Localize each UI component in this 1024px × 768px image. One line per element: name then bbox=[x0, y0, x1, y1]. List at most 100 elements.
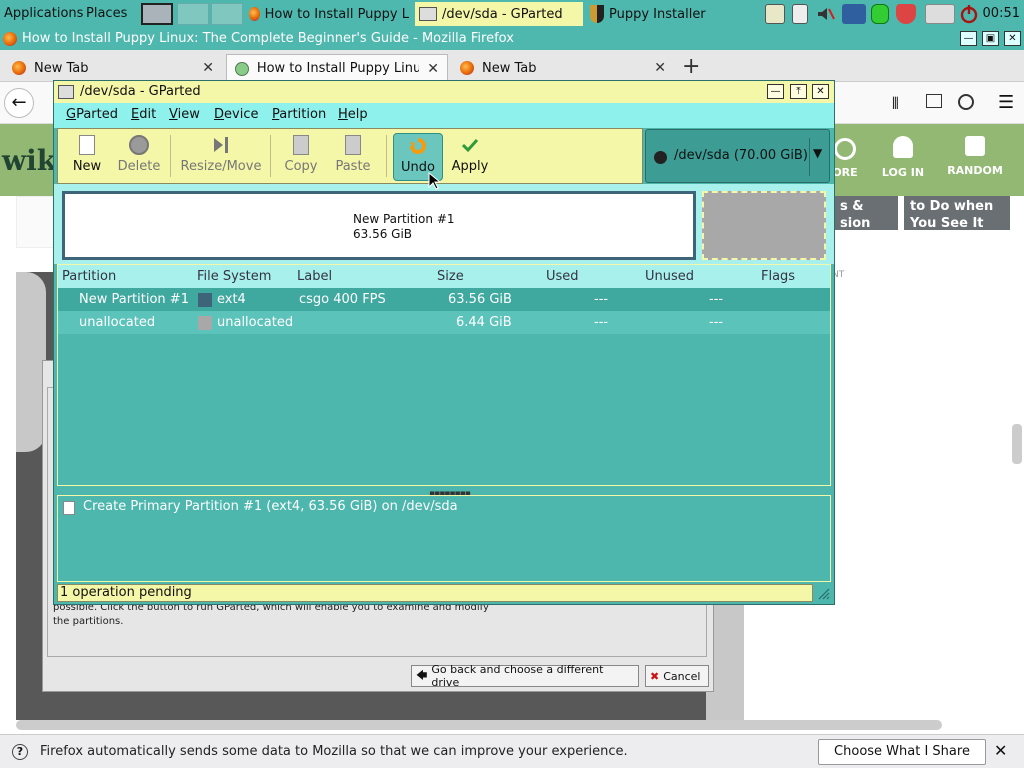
tab-label: New Tab bbox=[34, 60, 89, 76]
menu-help[interactable]: Help bbox=[338, 107, 368, 122]
task-firefox[interactable]: How to Install Puppy L bbox=[245, 2, 413, 26]
combo-separator bbox=[809, 138, 810, 176]
paste-button[interactable]: Paste bbox=[326, 133, 380, 181]
applications-menu[interactable]: Applications bbox=[4, 6, 83, 21]
minimize-button[interactable]: — bbox=[767, 84, 784, 99]
choose-what-i-share-button[interactable]: Choose What I Share bbox=[818, 739, 986, 765]
drive-monitor-icon[interactable] bbox=[925, 4, 955, 24]
cell-filesystem: unallocated bbox=[217, 315, 294, 330]
close-button[interactable]: ✕ bbox=[812, 84, 829, 99]
menu-partition[interactable]: Partition bbox=[272, 107, 326, 122]
column-header[interactable]: Used bbox=[546, 269, 579, 284]
column-header[interactable]: Flags bbox=[761, 269, 795, 284]
tab-new-tab-2[interactable]: New Tab ✕ bbox=[452, 54, 674, 82]
menu-label: iew bbox=[177, 107, 200, 122]
table-row[interactable]: unallocated unallocated 6.44 GiB --- --- bbox=[58, 311, 830, 334]
minimize-button[interactable]: — bbox=[960, 31, 977, 46]
power-icon[interactable] bbox=[959, 4, 979, 24]
close-tab-icon[interactable]: ✕ bbox=[427, 61, 439, 77]
maximize-button[interactable]: ▣ bbox=[982, 31, 999, 46]
volume-muted-icon[interactable] bbox=[815, 4, 835, 24]
wikihow-favicon bbox=[235, 61, 249, 76]
partition-block[interactable]: New Partition #1 63.56 GiB bbox=[62, 191, 696, 260]
nav-label: RANDOM bbox=[947, 164, 1003, 177]
back-button[interactable]: ← bbox=[4, 88, 34, 118]
apply-button[interactable]: Apply bbox=[443, 133, 497, 181]
unallocated-block[interactable] bbox=[702, 191, 826, 260]
menu-label: evice bbox=[224, 107, 259, 122]
disk-visualization: New Partition #1 63.56 GiB bbox=[54, 184, 834, 264]
maximize-button[interactable]: ⤒ bbox=[790, 84, 807, 99]
desktop-2-button[interactable] bbox=[177, 3, 209, 25]
close-notification-icon[interactable]: ✕ bbox=[994, 741, 1007, 760]
gparted-titlebar[interactable]: /dev/sda - GParted — ⤒ ✕ bbox=[54, 81, 834, 103]
firewall-icon[interactable] bbox=[896, 4, 916, 24]
task-puppy-installer[interactable]: Puppy Installer bbox=[586, 2, 726, 26]
cell-unused: --- bbox=[709, 292, 724, 307]
desktop-1-button[interactable] bbox=[141, 3, 173, 25]
operation-item[interactable]: Create Primary Partition #1 (ext4, 63.56… bbox=[83, 499, 458, 514]
column-header[interactable]: Partition bbox=[62, 269, 116, 284]
page-scrollbar[interactable] bbox=[1012, 424, 1022, 464]
resize-grip-icon[interactable] bbox=[816, 586, 830, 600]
nav-log-in[interactable]: LOG IN bbox=[870, 136, 936, 179]
desktop-3-button[interactable] bbox=[211, 3, 243, 25]
go-back-button[interactable]: 🡄 Go back and choose a different drive bbox=[411, 663, 639, 689]
cell-size: 6.44 GiB bbox=[456, 315, 512, 330]
horizontal-scrollbar[interactable] bbox=[16, 720, 942, 730]
cell-size: 63.56 GiB bbox=[448, 292, 512, 307]
task-gparted[interactable]: /dev/sda - GParted bbox=[415, 2, 583, 26]
copy-button[interactable]: Copy bbox=[274, 133, 328, 181]
sidebar-icon[interactable] bbox=[926, 94, 942, 108]
paste-icon bbox=[345, 135, 361, 155]
notes-icon[interactable] bbox=[765, 4, 785, 24]
column-header[interactable]: File System bbox=[197, 269, 271, 284]
menu-label: artition bbox=[279, 107, 327, 122]
resize-move-button[interactable]: Resize/Move bbox=[176, 133, 266, 181]
column-header[interactable]: Label bbox=[297, 269, 332, 284]
delete-button[interactable]: Delete bbox=[112, 133, 166, 181]
network-icon[interactable] bbox=[842, 4, 866, 24]
device-label: /dev/sda (70.00 GiB) bbox=[674, 148, 808, 163]
close-tab-icon[interactable]: ✕ bbox=[202, 60, 214, 76]
device-selector[interactable]: /dev/sda (70.00 GiB) ▼ bbox=[645, 129, 830, 183]
tool-label: New bbox=[72, 159, 102, 174]
clipboard-icon[interactable] bbox=[792, 4, 808, 24]
new-tab-button[interactable]: + bbox=[682, 54, 700, 79]
tab-label: New Tab bbox=[482, 60, 537, 76]
operation-icon bbox=[63, 501, 75, 515]
library-icon[interactable]: ⫴ bbox=[892, 94, 899, 114]
button-label: Cancel bbox=[663, 669, 701, 683]
user-icon bbox=[893, 136, 913, 158]
cancel-x-icon: ✖ bbox=[650, 669, 660, 683]
menu-mnemonic: V bbox=[169, 107, 178, 122]
cancel-button[interactable]: ✖ Cancel bbox=[645, 665, 709, 687]
nav-random[interactable]: RANDOM bbox=[942, 136, 1008, 177]
partition-table: Partition File System Label Size Used Un… bbox=[57, 264, 831, 486]
hamburger-menu-icon[interactable]: ☰ bbox=[998, 92, 1014, 113]
related-card[interactable]: to Do when You See It bbox=[904, 196, 1010, 231]
menu-mnemonic: D bbox=[214, 107, 225, 122]
tab-label: How to Install Puppy Linu bbox=[256, 61, 420, 76]
menu-edit[interactable]: Edit bbox=[131, 107, 156, 122]
places-menu[interactable]: Places bbox=[86, 6, 127, 21]
column-header[interactable]: Unused bbox=[645, 269, 694, 284]
toolbar-separator bbox=[386, 135, 387, 177]
tool-label: Resize/Move bbox=[180, 159, 262, 174]
toolbar-separator bbox=[270, 135, 271, 177]
menu-device[interactable]: Device bbox=[214, 107, 258, 122]
gparted-menubar: GParted Edit View Device Partition Help bbox=[54, 103, 834, 128]
menu-view[interactable]: View bbox=[169, 107, 200, 122]
related-card[interactable]: s & sion bbox=[834, 196, 898, 231]
close-tab-icon[interactable]: ✕ bbox=[654, 60, 666, 76]
back-arrow-icon: 🡄 bbox=[416, 668, 428, 682]
menu-gparted[interactable]: GParted bbox=[66, 107, 118, 122]
table-row[interactable]: New Partition #1 ext4 csgo 400 FPS 63.56… bbox=[58, 288, 830, 311]
column-header[interactable]: Size bbox=[437, 269, 464, 284]
tab-new-tab-1[interactable]: New Tab ✕ bbox=[4, 54, 222, 82]
close-button[interactable]: ✕ bbox=[1004, 31, 1021, 46]
account-icon[interactable] bbox=[958, 94, 974, 110]
new-button[interactable]: New bbox=[60, 133, 114, 181]
storage-icon[interactable] bbox=[871, 4, 889, 24]
tab-puppy-guide[interactable]: How to Install Puppy Linu ✕ bbox=[226, 54, 448, 82]
